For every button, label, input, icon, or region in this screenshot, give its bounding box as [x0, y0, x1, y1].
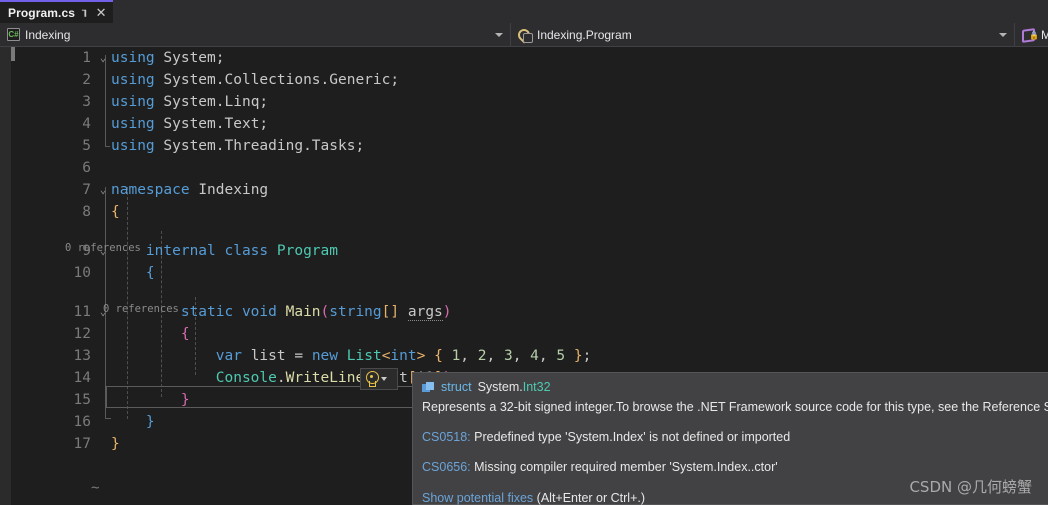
chevron-down-icon[interactable]: [381, 377, 387, 381]
codelens-method[interactable]: 0 references: [15, 284, 1048, 315]
visual-studio-editor-window: Program.cs ┒ ✕ C# Indexing Indexing.Prog…: [0, 0, 1048, 505]
class-icon: [518, 28, 533, 43]
code-line[interactable]: 2 using System.Collections.Generic;: [15, 69, 1048, 91]
method-private-icon: [1022, 28, 1039, 42]
code-text: using System;: [111, 50, 225, 66]
navbar-type-label: Indexing.Program: [537, 27, 632, 42]
line-number: 4: [82, 116, 91, 132]
code-line[interactable]: 6: [15, 157, 1048, 179]
code-line[interactable]: 10 {: [15, 262, 1048, 284]
chevron-down-icon[interactable]: [999, 32, 1007, 37]
document-tab-program-cs[interactable]: Program.cs ┒ ✕: [0, 0, 113, 23]
codelens-class[interactable]: 0 references: [15, 223, 1048, 254]
tab-title: Program.cs: [8, 5, 76, 20]
line-number: 9: [82, 243, 91, 259]
code-text: {: [145, 265, 155, 281]
line-number: 12: [73, 326, 91, 342]
line-number: 17: [73, 436, 91, 452]
code-text: Console.WriteLine(list[^1]);: [215, 370, 460, 386]
document-tab-strip: Program.cs ┒ ✕: [0, 0, 1048, 23]
code-text: var list = new List<int> { 1, 2, 3, 4, 5…: [215, 348, 592, 364]
fold-toggle-icon[interactable]: ⌄: [97, 47, 109, 69]
error-message: Predefined type 'System.Index' is not de…: [470, 430, 791, 444]
fold-toggle-icon[interactable]: ⌄: [97, 240, 109, 262]
line-number: 7: [82, 182, 91, 198]
navbar-member-label: Ma: [1041, 27, 1048, 42]
line-number: 1: [82, 50, 91, 66]
line-number: 11: [73, 304, 91, 320]
code-text: using System.Linq;: [111, 94, 269, 110]
navbar-project-label: Indexing: [25, 27, 71, 42]
navbar-project-dropdown[interactable]: C# Indexing: [0, 23, 511, 46]
show-potential-fixes-link[interactable]: Show potential fixes: [422, 491, 533, 505]
fold-toggle-icon[interactable]: ⌄: [97, 301, 109, 323]
line-number: 8: [82, 204, 91, 220]
tooltip-namespace: System.: [477, 380, 523, 394]
tooltip-keyword: struct: [441, 380, 472, 394]
tooltip-description: Represents a 32-bit signed integer.To br…: [422, 400, 1048, 414]
code-text: {: [111, 204, 120, 220]
tooltip-type-name: Int32: [522, 380, 551, 394]
code-line[interactable]: 3 using System.Linq;: [15, 91, 1048, 113]
line-number: 10: [73, 265, 91, 281]
code-text: }: [145, 414, 155, 430]
code-line[interactable]: 1 ⌄ using System;: [15, 47, 1048, 69]
code-text: internal class Program: [145, 243, 338, 259]
code-text: }: [111, 436, 120, 452]
code-line[interactable]: 13 var list = new List<int> { 1, 2, 3, 4…: [15, 345, 1048, 367]
code-text: }: [180, 392, 190, 408]
chevron-down-icon[interactable]: [495, 32, 503, 37]
error-message: Missing compiler required member 'System…: [470, 460, 778, 474]
code-text: using System.Threading.Tasks;: [111, 138, 365, 154]
code-text: using System.Text;: [111, 116, 269, 132]
line-number: 16: [73, 414, 91, 430]
code-line[interactable]: 12 {: [15, 323, 1048, 345]
fix-shortcut-hint: (Alt+Enter or Ctrl+.): [533, 491, 646, 505]
quick-actions-lightbulb-button[interactable]: [360, 368, 398, 390]
navbar-type-dropdown[interactable]: Indexing.Program: [511, 23, 1015, 46]
tooltip-fix-row: Show potential fixes (Alt+Enter or Ctrl+…: [422, 489, 1039, 505]
line-number: 3: [82, 94, 91, 110]
close-icon[interactable]: ✕: [96, 6, 107, 19]
code-text: {: [180, 326, 190, 342]
code-text: namespace Indexing: [111, 182, 269, 198]
navbar-member-dropdown[interactable]: Ma: [1015, 23, 1048, 46]
quick-info-tooltip: struct System. Int32 Represents a 32-bit …: [412, 372, 1048, 505]
line-number: 15: [73, 392, 91, 408]
breakpoint-margin[interactable]: [0, 47, 11, 505]
line-number: 14: [73, 370, 91, 386]
code-line[interactable]: 5 using System.Threading.Tasks;: [15, 135, 1048, 157]
code-text: static void Main(string[] args): [180, 304, 452, 321]
code-line[interactable]: 7 ⌄ namespace Indexing: [15, 179, 1048, 201]
line-number: 5: [82, 138, 91, 154]
navigation-bar: C# Indexing Indexing.Program Ma: [0, 23, 1048, 47]
tooltip-error-row: CS0656: Missing compiler required member…: [422, 458, 1039, 476]
code-line[interactable]: 11 ⌄ static void Main(string[] args): [15, 301, 1048, 323]
line-number: 13: [73, 348, 91, 364]
code-line[interactable]: 4 using System.Text;: [15, 113, 1048, 135]
code-line[interactable]: 8 {: [15, 201, 1048, 223]
tooltip-signature-row: struct System. Int32: [422, 379, 1039, 396]
lightbulb-icon[interactable]: [364, 371, 379, 387]
code-line[interactable]: 9 ⌄ internal class Program: [15, 240, 1048, 262]
struct-icon: [422, 381, 435, 394]
line-number: 2: [82, 72, 91, 88]
line-number: 6: [82, 160, 91, 176]
end-of-file-marker: ~: [91, 480, 100, 496]
csharp-file-icon: C#: [7, 28, 20, 41]
error-code: CS0518:: [422, 430, 471, 444]
error-code: CS0656:: [422, 460, 471, 474]
pin-icon[interactable]: ┒: [82, 6, 89, 17]
tooltip-error-row: CS0518: Predefined type 'System.Index' i…: [422, 428, 1039, 446]
fold-toggle-icon[interactable]: ⌄: [97, 179, 109, 201]
code-text: using System.Collections.Generic;: [111, 72, 400, 88]
